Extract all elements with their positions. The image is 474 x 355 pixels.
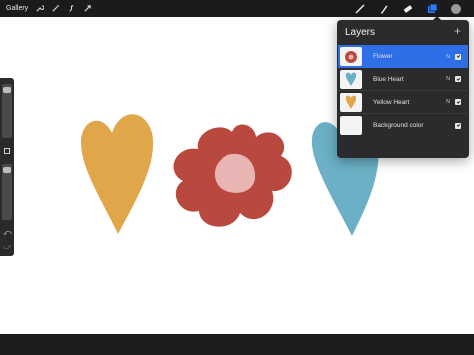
layer-background-color[interactable]: Background color [338,114,468,137]
right-tools [354,0,474,17]
layer-thumbnail [340,69,362,89]
layer-blue-heart[interactable]: Blue Heart N [338,68,468,91]
blend-mode[interactable]: N [443,76,453,82]
modify-button[interactable] [4,148,10,154]
visibility-checkbox[interactable] [455,99,461,105]
gallery-button[interactable]: Gallery [6,5,28,12]
brush-size-knob[interactable] [3,87,11,93]
layer-yellow-heart[interactable]: Yellow Heart N [338,91,468,114]
undo-icon[interactable]: ⤺ [3,228,12,238]
color-swatch-icon[interactable] [450,3,462,15]
layer-flower[interactable]: Flower N [338,45,468,68]
blend-mode[interactable]: N [443,99,453,105]
visibility-checkbox[interactable] [455,122,461,129]
brush-size-slider[interactable] [2,84,12,138]
sidebar: ⤺ ⤻ [0,78,14,256]
visibility-checkbox[interactable] [455,76,461,82]
transform-icon[interactable] [82,4,92,14]
layer-name: Blue Heart [373,75,404,83]
eraser-icon[interactable] [402,3,414,15]
layers-icon[interactable] [426,3,438,15]
visibility-checkbox[interactable] [455,53,461,60]
yellow-heart [80,114,154,234]
blend-mode[interactable]: N [443,54,453,60]
redo-icon[interactable]: ⤻ [3,242,12,252]
layer-thumbnail [340,47,362,66]
brush-icon[interactable] [354,3,366,15]
selection-icon[interactable] [66,4,76,14]
layer-thumbnail [340,116,362,135]
layer-thumbnail [340,92,362,112]
opacity-slider[interactable] [2,164,12,220]
layer-name: Flower [373,53,393,60]
layer-name: Background color [373,122,424,129]
wrench-icon[interactable] [34,4,44,14]
top-toolbar: Gallery [0,0,474,17]
smudge-icon[interactable] [378,3,390,15]
layer-name: Yellow Heart [373,98,410,106]
layers-panel: Layers + Flower N Blue Heart N Yellow He… [337,20,469,158]
bottom-bar [0,334,474,355]
magic-wand-icon[interactable] [50,4,60,14]
opacity-knob[interactable] [3,167,11,173]
layers-title: Layers [345,27,376,38]
add-layer-button[interactable]: + [454,24,461,38]
